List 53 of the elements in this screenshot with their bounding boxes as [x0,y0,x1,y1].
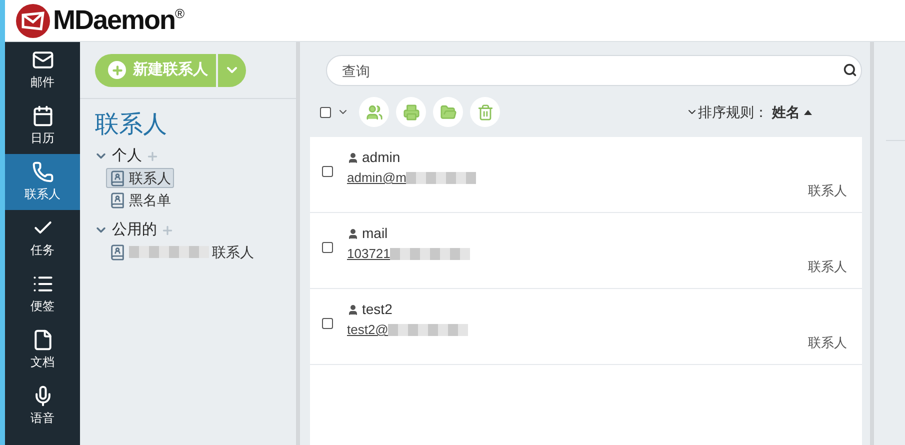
person-icon [347,304,359,316]
sort-label: 排序规则： [698,102,768,122]
envelope-icon [32,49,54,71]
checkbox[interactable] [322,166,333,177]
person-icon [347,152,359,164]
contact-name: admin [362,148,400,167]
address-book-icon [109,170,126,186]
contact-type: 联系人 [808,258,847,276]
group-label: 个人 [112,146,142,166]
address-book-icon [109,192,126,208]
contact-name: mail [362,224,388,243]
nav-item[interactable]: 任务 [5,210,80,266]
email-link[interactable]: test2@ [347,320,388,340]
folder-icon [440,104,456,120]
email-link[interactable]: admin@m [347,168,406,188]
redacted-block [406,172,476,184]
checkbox[interactable] [322,318,333,329]
person-icon [347,228,359,240]
registered-mark: ® [175,5,185,23]
plus-icon [110,64,124,76]
search-field[interactable]: 查询 [326,55,862,86]
nav-item[interactable]: 邮件 [5,42,80,98]
contact-name: test2 [362,300,392,319]
checkbox[interactable] [320,106,331,118]
contact-row[interactable]: test2 test2@ 联系人 [310,289,862,365]
nav-item[interactable]: 便签 [5,266,80,322]
contact-row[interactable]: admin admin@m 联系人 [310,137,862,213]
contact-row[interactable]: mail 103721 联系人 [310,213,862,289]
contact-type: 联系人 [808,182,847,200]
folder-item[interactable]: 联系人 [106,168,174,188]
brand-name: MDaemon [53,4,176,38]
printer-icon [402,104,420,120]
checkbox[interactable] [322,242,333,253]
trash-icon [476,104,494,120]
nav-item[interactable]: 日历 [5,98,80,154]
address-book-icon [109,244,126,260]
group-label: 公用的 [112,220,157,240]
people-icon [366,104,382,120]
folder-item[interactable]: 联系人 [106,242,257,262]
email-link[interactable]: 103721 [347,244,390,264]
search-icon [843,63,857,77]
logo-icon [15,2,51,38]
contact-type: 联系人 [808,334,847,352]
nav-item[interactable]: 语音 [5,378,80,434]
folder-item[interactable]: 黑名单 [106,190,174,210]
nav-item[interactable]: 文档 [5,322,80,378]
calendar-icon [32,105,54,127]
phone-icon [32,161,54,183]
sort-button[interactable]: 姓名 [772,102,800,122]
nav-item[interactable]: 联系人 [5,154,80,210]
folders-title: 联系人 [94,110,168,140]
document-icon [32,329,54,351]
sort-up-icon [804,110,812,114]
